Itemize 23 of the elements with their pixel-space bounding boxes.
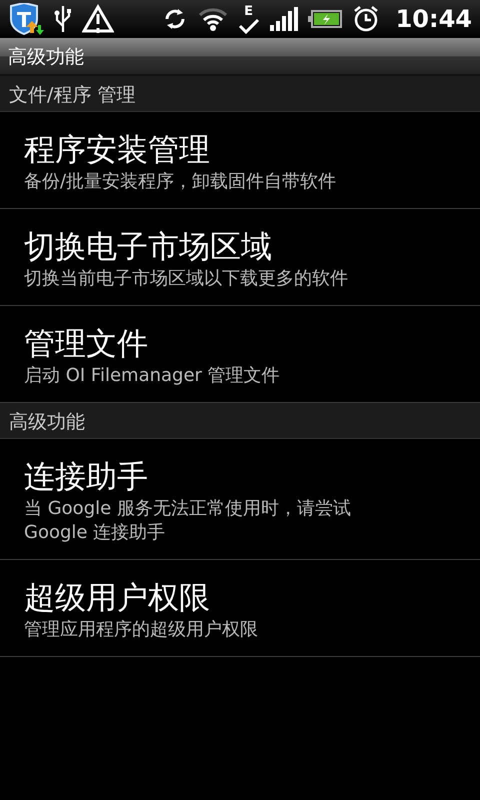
item-summary: 管理应用程序的超级用户权限 [24, 618, 259, 642]
signal-icon[interactable] [270, 7, 298, 31]
section-header: 高级功能 [8, 410, 86, 435]
warning-icon[interactable] [82, 4, 114, 34]
section-header: 文件/程序 管理 [8, 83, 136, 108]
item-title[interactable]: 管理文件 [24, 324, 456, 364]
shield-icon[interactable] [8, 3, 44, 35]
item-title[interactable]: 连接助手 [24, 457, 456, 497]
item-summary: 切换当前电子市场区域以下载更多的软件 [24, 267, 349, 291]
item-summary: 启动 OI Filemanager 管理文件 [24, 364, 281, 388]
wifi-icon[interactable] [198, 6, 228, 32]
alarm-clock-icon[interactable] [352, 5, 380, 33]
battery-charging-icon[interactable] [308, 10, 342, 28]
clock-time: 10:44 [396, 5, 472, 33]
screen-title: 高级功能 [7, 45, 85, 70]
item-title[interactable]: 切换电子市场区域 [24, 227, 456, 267]
item-title[interactable]: 程序安装管理 [24, 130, 456, 170]
network-type: E [244, 4, 254, 18]
item-title[interactable]: 超级用户权限 [24, 578, 456, 618]
usb-icon[interactable] [54, 4, 72, 34]
item-summary: 备份/批量安装程序，卸载固件自带软件 [24, 170, 338, 194]
check-icon [238, 18, 260, 34]
item-summary: 当 Google 服务无法正常使用时，请尝试 Google 连接助手 [24, 497, 352, 545]
